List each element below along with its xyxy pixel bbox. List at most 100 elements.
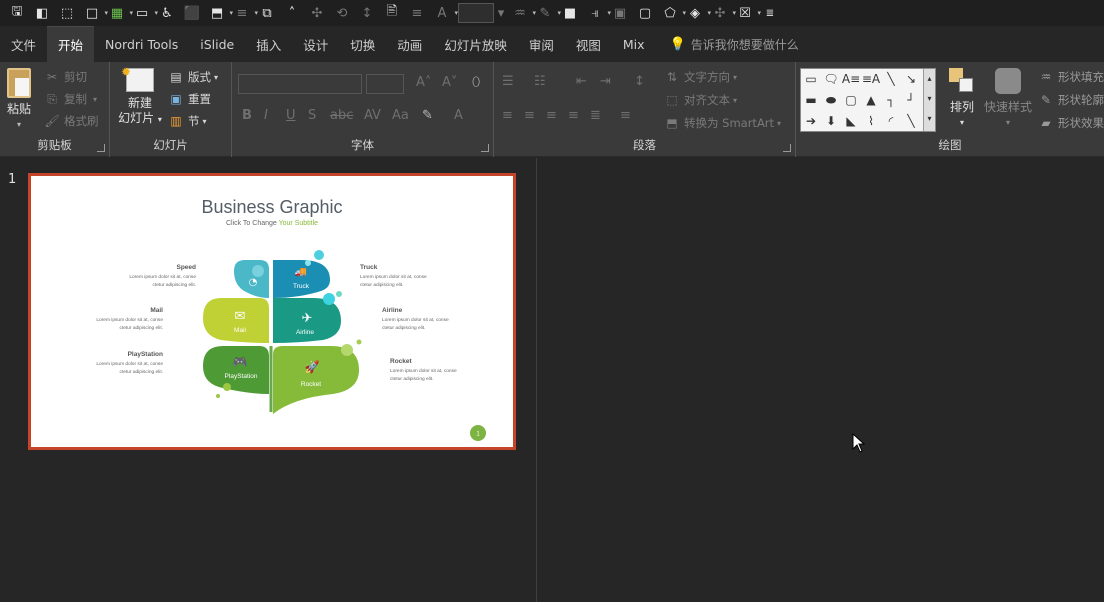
textbox-icon[interactable]: A≡ [842,71,860,87]
clipboard-launcher[interactable] [97,144,105,152]
distribute-icon[interactable]: ⫣ ▾ [584,2,611,24]
shape-outline-button[interactable]: ✎ 形状轮廓 [1038,92,1104,108]
smartart-button[interactable]: ⬒ 转换为 SmartArt ▾ [664,115,781,131]
card-icon[interactable]: 🖹 [381,2,403,24]
group-icon[interactable]: ⧉ [256,2,278,24]
paste-button[interactable]: 粘贴 ▾ [4,68,34,132]
shrink-font-icon[interactable]: A˅ [442,75,457,90]
ungroup-icon[interactable]: ▢ [634,2,656,24]
callout-icon[interactable]: ▭ [803,71,819,87]
frame-icon[interactable]: ▣ [609,2,631,24]
arrange-button[interactable]: 排列 ▾ [944,68,980,130]
diagonal-icon[interactable]: ╲ [903,113,919,129]
vtextbox-icon[interactable]: ≡A [862,71,880,87]
tab-file[interactable]: 文件 [0,26,47,62]
snip-icon[interactable]: ◣ [843,113,859,129]
tab-design[interactable]: 设计 [292,26,339,62]
rect-icon[interactable]: ▬ [803,92,819,108]
columns-icon[interactable]: ≡ [620,108,631,123]
speech-icon[interactable]: 🗨 [823,71,839,87]
pen-icon[interactable]: ✎ ▾ [534,2,561,24]
bold-icon[interactable]: B [242,108,252,123]
elbow-icon[interactable]: ┐ [883,92,899,108]
numbering-icon[interactable]: ☷ [534,74,546,89]
font-launcher[interactable] [481,144,489,152]
line-icon[interactable]: ╲ [883,71,899,87]
merge-icon[interactable]: ✣ [306,2,328,24]
shapes-gallery[interactable]: ▭ 🗨 A≡ ≡A ╲ ↘ ▬ ⬬ ▢ ▲ ┐ ┘ ➔ ⬇ ◣ ⌇ ◜ ╲ ▴ ▾… [800,68,936,132]
view-icon[interactable]: ◧ [31,2,53,24]
tab-nordri-tools[interactable]: Nordri Tools [94,26,189,62]
edit-shape-icon[interactable]: ⬠ ▾ [659,2,686,24]
select-icon[interactable]: ⬛ [181,2,203,24]
rotate-icon[interactable]: ⟲ [331,2,353,24]
align-center-icon[interactable]: ≡ [524,108,535,123]
layout-button[interactable]: ▤ 版式 ▾ [168,69,218,85]
section-button[interactable]: ▥ 节 ▾ [168,113,206,129]
lines-icon[interactable]: ≡ [406,2,428,24]
crop-icon[interactable]: ⬒ ▾ [206,2,233,24]
clear-format-icon[interactable]: ⬯ [472,75,480,90]
freeform-icon[interactable]: ⌇ [863,113,879,129]
distributed-icon[interactable]: ≣ [590,108,601,123]
bullets-icon[interactable]: ☰ [502,74,514,89]
tab-transitions[interactable]: 切换 [339,26,386,62]
shape-fill-button[interactable]: ♒ 形状填充 [1038,69,1104,85]
decrease-indent-icon[interactable]: ⇤ [576,74,587,89]
highlight-icon[interactable]: ✎ [422,108,433,123]
copy-button[interactable]: ⎘ 复制 ▾ [44,91,97,107]
shadow-icon[interactable]: S [308,108,316,123]
blank-layout-icon[interactable]: □ ▾ [81,2,108,24]
italic-icon[interactable]: I [264,108,268,123]
underline-icon[interactable]: U [286,108,296,123]
tab-home[interactable]: 开始 [47,26,95,62]
text-box-icon[interactable]: ▭ ▾ [131,2,158,24]
combine-icon[interactable]: ✣ ▾ [709,2,736,24]
slide-thumbnail[interactable]: Business Graphic Click To Change Your Su… [28,173,516,450]
oval-icon[interactable]: ⬬ [823,92,839,108]
strike-icon[interactable]: abc [330,108,353,123]
font-color-icon[interactable]: A [454,108,463,123]
font-name-combo[interactable] [238,74,362,94]
diamond-icon[interactable]: ◈ ▾ [684,2,711,24]
new-slide-button[interactable]: ✹ 新建 幻灯片 ▾ [114,65,166,127]
shape-effects-button[interactable]: ▰ 形状效果 [1038,115,1104,131]
tab-animations[interactable]: 动画 [386,26,433,62]
arrow-line-icon[interactable]: ↘ [903,71,919,87]
rounded-rect-icon[interactable]: ▢ [843,92,859,108]
cut-button[interactable]: ✂ 剪切 [44,69,87,85]
tell-me-box[interactable]: 💡 告诉我你想要做什么 [656,26,799,62]
accessibility-icon[interactable]: ♿ [156,2,178,24]
increase-indent-icon[interactable]: ⇥ [600,74,611,89]
paragraph-launcher[interactable] [783,144,791,152]
arc-icon[interactable]: ◜ [883,113,899,129]
line-spacing-icon[interactable]: ↕ [634,74,645,89]
customize-toolbar-icon[interactable]: ≣ [759,2,781,24]
record-icon[interactable]: ■ [559,2,581,24]
font-size-combo[interactable] [366,74,404,94]
save-icon[interactable]: 🖫 [6,2,28,24]
elbow-arrow-icon[interactable]: ┘ [903,92,919,108]
combo-dropdown-icon[interactable]: ▾ [496,2,506,24]
tab-review[interactable]: 审阅 [518,26,565,62]
font-color-icon[interactable]: A ▾ [431,2,458,24]
tab-view[interactable]: 视图 [565,26,612,62]
triangle-icon[interactable]: ▲ [863,92,879,108]
spacing-icon[interactable]: AV [364,108,381,123]
right-arrow-icon[interactable]: ➔ [803,113,819,129]
spacing-icon[interactable]: ↕ [356,2,378,24]
align-icon[interactable]: ≡ ▾ [231,2,258,24]
format-painter-button[interactable]: 🖌 格式刷 [44,113,98,129]
tab-islide[interactable]: iSlide [189,26,245,62]
align-text-button[interactable]: ⬚ 对齐文本 ▾ [664,92,737,108]
color-grid-icon[interactable]: ▦ ▾ [106,2,133,24]
fill-icon[interactable]: ♒ ▾ [509,2,536,24]
fit-icon[interactable]: ⬚ [56,2,78,24]
align-left-icon[interactable]: ≡ [502,108,513,123]
quick-styles-button[interactable]: 快速样式 ▾ [982,68,1034,130]
crossed-box-icon[interactable]: ☒ ▾ [734,2,761,24]
tab-insert[interactable]: 插入 [245,26,292,62]
tab-slideshow[interactable]: 幻灯片放映 [433,26,518,62]
bring-forward-icon[interactable]: ˄ [281,2,303,24]
down-arrow-icon[interactable]: ⬇ [823,113,839,129]
